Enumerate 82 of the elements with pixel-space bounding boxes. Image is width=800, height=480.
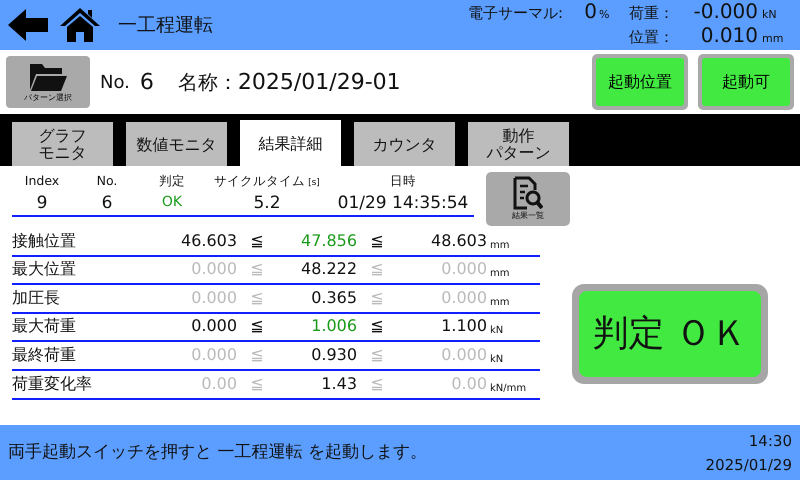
position-value: 0.010 [700,25,758,46]
column-header: サイクルタイム [s] [214,172,320,190]
le-sign: ≦ [369,344,385,366]
column-header: Index [24,172,60,190]
le-sign: ≦ [249,286,265,309]
tab[interactable]: 結果詳細 [240,120,341,166]
upper-limit: 1.100 [440,315,487,338]
le-sign: ≦ [369,372,385,395]
result-list-button[interactable]: 結果一覧 [486,172,570,226]
result-label: 接触位置 [12,230,77,252]
column-header: 判定 [159,172,185,190]
measured-value: 47.856 [300,230,357,252]
pattern-no-label: No. [100,70,130,94]
le-sign: ≦ [369,315,385,338]
position-label: 位置： [629,27,674,48]
le-sign: ≦ [249,230,265,252]
measured-value: 0.365 [310,286,357,309]
table-cell-text: 01/29 14:35:54 [338,192,468,215]
result-label: 最大位置 [12,258,77,280]
result-label: 最終荷重 [12,344,77,366]
load-unit: kN [762,7,778,23]
lower-limit: 0.00 [200,372,237,395]
le-sign: ≦ [249,258,265,280]
le-sign: ≦ [369,230,385,252]
status-message: 両手起動スイッチを押すと 一工程運転 を起動します。 [8,440,427,464]
home-icon[interactable] [60,8,100,42]
le-sign: ≦ [249,315,265,338]
tab[interactable]: 数値モニタ [126,122,227,166]
unit-label: mm [490,267,510,282]
status-time: 14:30 [748,430,792,452]
measured-value: 1.006 [310,315,357,338]
status-date: 2025/01/29 [706,454,792,476]
thermal-unit: % [599,7,610,23]
judgement-indicator: 判定 ＯＫ [572,284,768,384]
measured-value: 48.222 [300,258,357,280]
measured-value: 0.930 [310,344,357,366]
status-button[interactable]: 起動可 [698,54,794,110]
lower-limit: 0.000 [190,286,237,309]
unit-label: mm [490,296,510,310]
status-button[interactable]: 起動位置 [592,54,688,110]
upper-limit: 0.000 [440,286,487,309]
upper-limit: 0.000 [440,258,487,280]
table-cell-text: 9 [36,192,48,215]
le-sign: ≦ [369,286,385,309]
le-sign: ≦ [249,372,265,395]
tab[interactable]: カウンタ [354,122,455,166]
thermal-label: 電子サーマル: [468,3,563,24]
document-search-icon [513,176,543,210]
pattern-name-value: 2025/01/29-01 [238,68,401,96]
tab[interactable]: 動作 パターン [468,122,569,166]
result-label: 荷重変化率 [12,372,93,395]
measured-value: 1.43 [320,372,357,395]
lower-limit: 46.603 [180,230,237,252]
pattern-no-value: 6 [140,68,154,96]
upper-limit: 48.603 [430,230,487,252]
table-cell-text: OK [162,193,182,212]
tab[interactable]: グラフ モニタ [12,122,113,166]
le-sign: ≦ [369,258,385,280]
lower-limit: 0.000 [190,258,237,280]
table-cell-text: 5.2 [253,192,281,215]
load-label: 荷重： [629,3,674,24]
result-label: 加圧長 [12,286,61,309]
column-header: 日時 [390,172,416,190]
upper-limit: 0.000 [440,344,487,366]
screen-title: 一工程運転 [118,12,213,38]
upper-limit: 0.00 [450,372,487,395]
thermal-value: 0 [583,1,597,22]
table-cell-text: 6 [102,192,112,215]
unit-label: kN/mm [490,382,526,396]
result-label: 最大荷重 [12,315,77,338]
unit-label: mm [490,238,510,253]
load-value: -0.000 [692,1,758,22]
pattern-select-button[interactable]: パターン選択 [6,56,90,108]
lower-limit: 0.000 [190,344,237,366]
unit-label: kN [490,352,504,367]
le-sign: ≦ [249,344,265,366]
column-header: No. [96,172,118,190]
back-arrow-icon[interactable] [8,9,48,41]
lower-limit: 0.000 [190,315,237,338]
pattern-name-label: 名称： [178,69,238,96]
position-unit: mm [762,31,784,47]
unit-label: kN [490,324,504,338]
